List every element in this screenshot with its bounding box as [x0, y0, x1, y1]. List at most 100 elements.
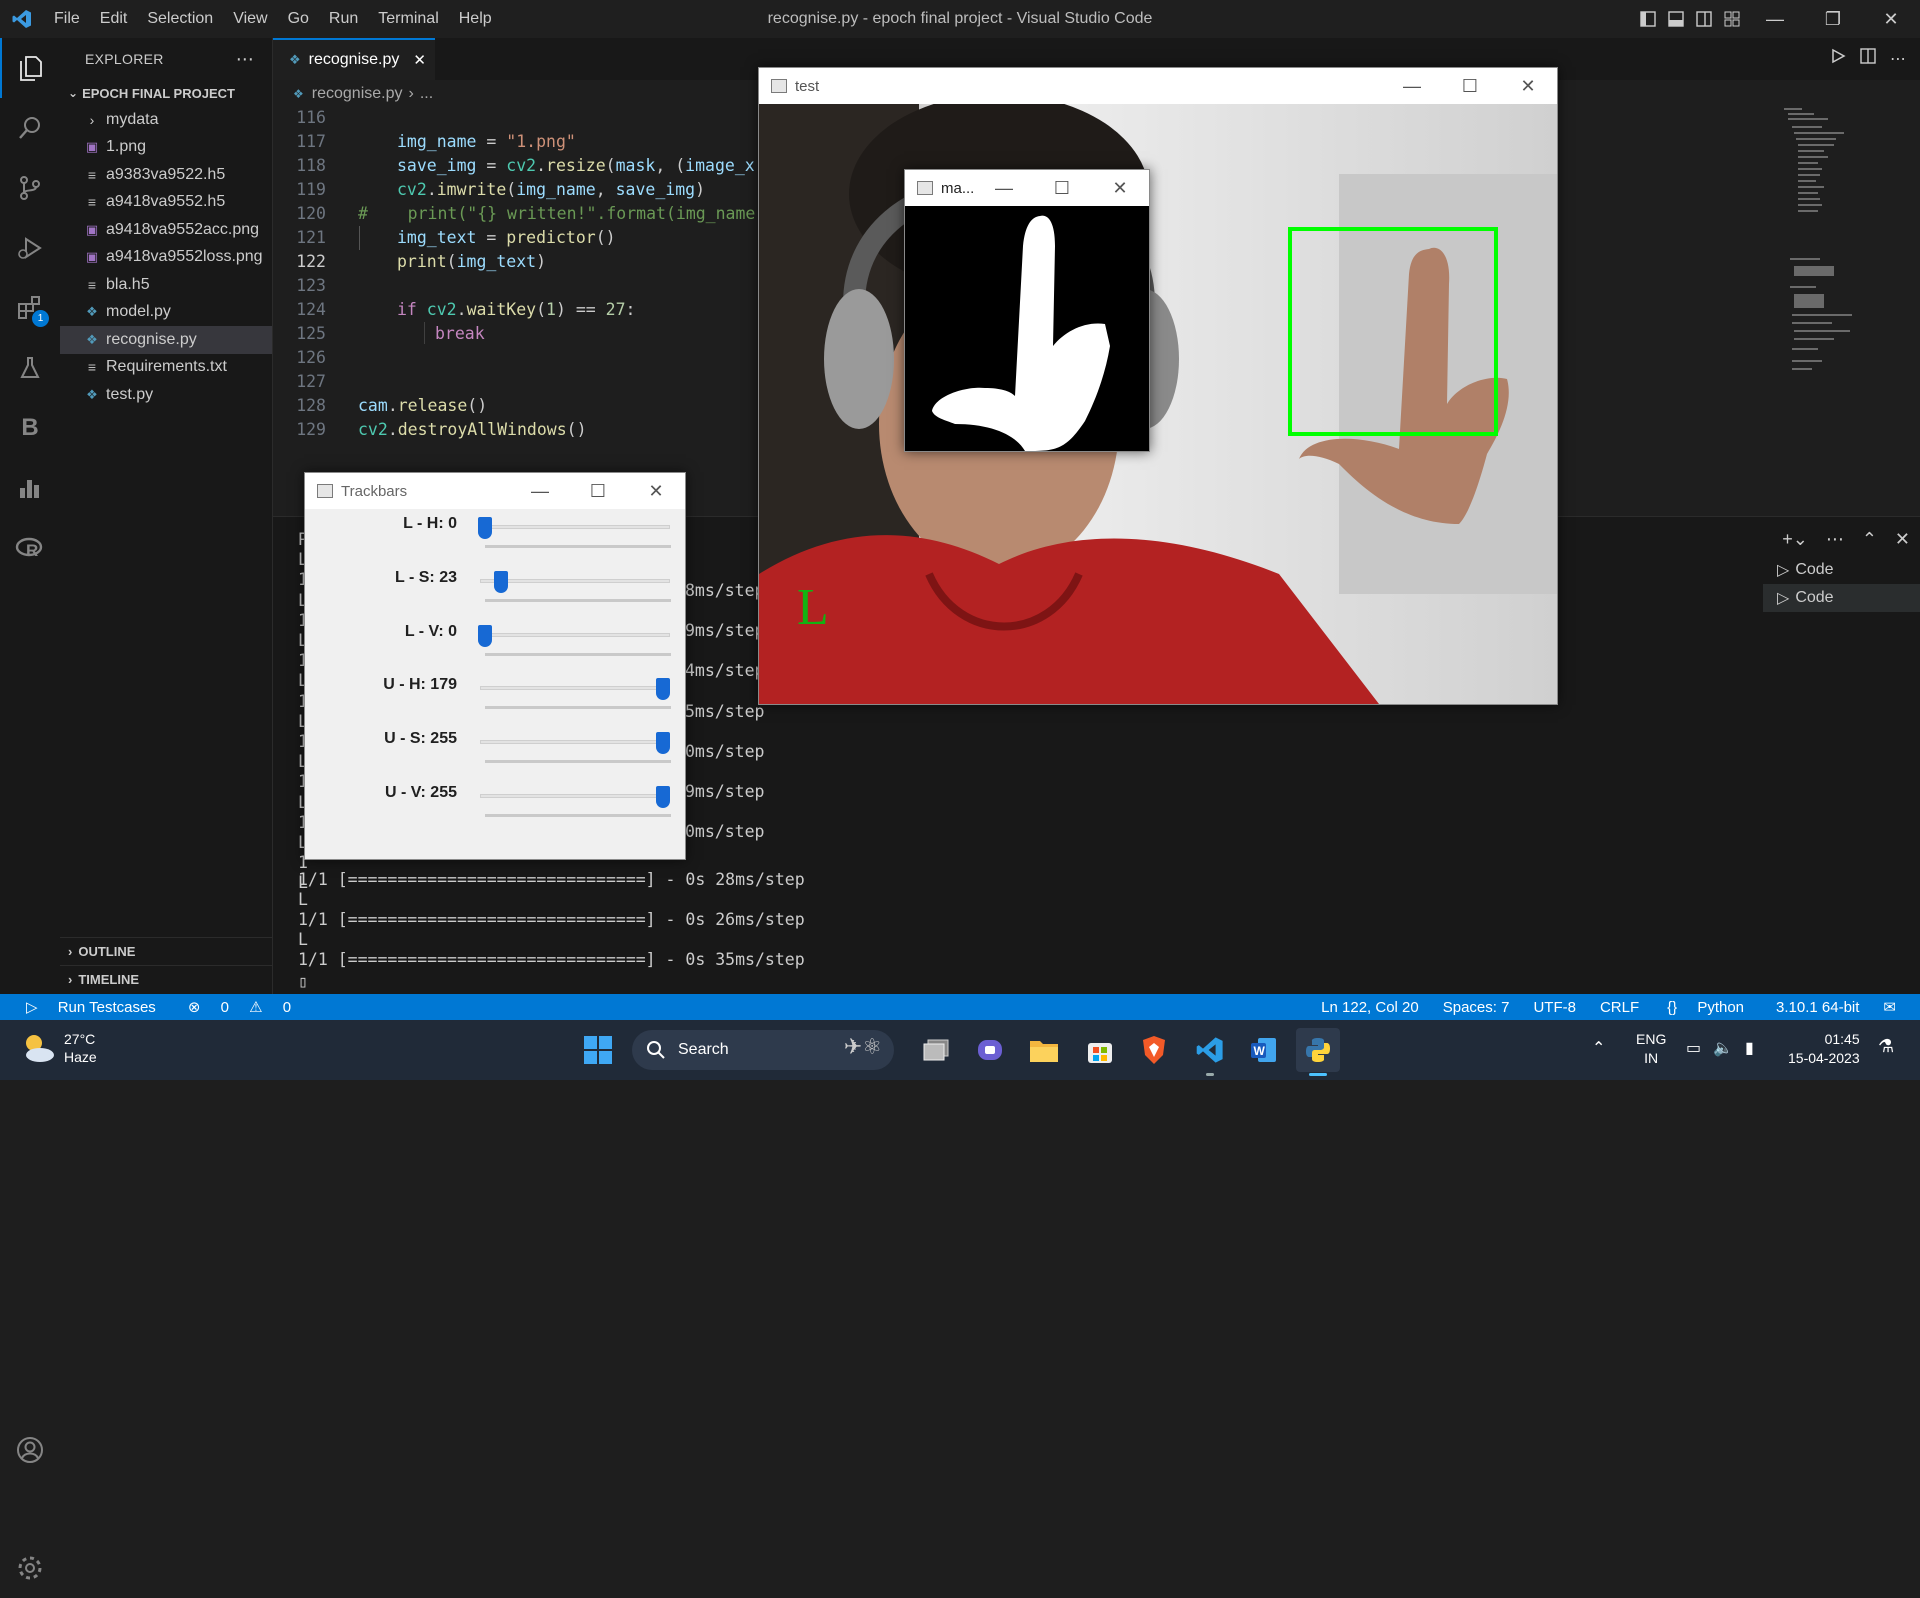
task-view-icon[interactable]	[914, 1028, 958, 1072]
tree-item[interactable]: ≡ bla.h5	[60, 271, 272, 299]
minimize-button[interactable]: —	[511, 473, 569, 509]
close-button[interactable]: ✕	[627, 473, 685, 509]
project-folder[interactable]: ⌄ EPOCH FINAL PROJECT	[60, 80, 272, 106]
trackbar-thumb[interactable]	[478, 517, 492, 539]
language-mode[interactable]: {} Python	[1651, 999, 1760, 1016]
tree-item[interactable]: ❖ model.py	[60, 299, 272, 327]
terminal-list-item[interactable]: ▷ Code	[1763, 556, 1920, 584]
settings-gear-icon[interactable]	[0, 1538, 60, 1598]
search-icon[interactable]	[0, 98, 60, 158]
minimap[interactable]	[1784, 108, 1904, 508]
account-icon[interactable]	[0, 1420, 60, 1480]
menu-selection[interactable]: Selection	[137, 10, 223, 28]
trackbar-thumb[interactable]	[656, 786, 670, 808]
word-icon[interactable]: W	[1242, 1028, 1286, 1072]
encoding[interactable]: UTF-8	[1525, 999, 1584, 1016]
new-terminal-icon[interactable]: +⌄	[1782, 529, 1808, 550]
panel-more-icon[interactable]: ⋯	[1826, 529, 1844, 550]
mask-window-titlebar[interactable]: ma... — ☐ ✕	[905, 170, 1149, 206]
maximize-button[interactable]: ☐	[1033, 170, 1091, 206]
extensions-icon[interactable]: 1	[0, 278, 60, 338]
close-button[interactable]: ✕	[1091, 170, 1149, 206]
toggle-sidebar-icon[interactable]	[1634, 0, 1662, 38]
maximize-button[interactable]: ☐	[569, 473, 627, 509]
trackbar-thumb[interactable]	[478, 624, 492, 647]
menu-help[interactable]: Help	[449, 10, 502, 28]
brave-browser-icon[interactable]	[1132, 1028, 1176, 1072]
tree-item[interactable]: › mydata	[60, 106, 272, 134]
line-endings[interactable]: CRLF	[1592, 999, 1647, 1016]
minimize-button[interactable]: —	[975, 170, 1033, 206]
problems-button[interactable]: ⊗ 0 ⚠ 0	[172, 998, 307, 1016]
timeline-section[interactable]: › TIMELINE	[60, 965, 273, 993]
trackbar-slider[interactable]	[480, 740, 670, 745]
weather-widget[interactable]: 27°C Haze	[20, 1030, 97, 1066]
trackbars-window-titlebar[interactable]: Trackbars — ☐ ✕	[305, 473, 685, 509]
close-button[interactable]: ✕	[1862, 0, 1920, 38]
menu-view[interactable]: View	[223, 10, 277, 28]
tree-item[interactable]: ❖ recognise.py	[60, 326, 272, 354]
breadcrumb-more[interactable]: ...	[420, 85, 433, 103]
trackbar-thumb[interactable]	[656, 732, 670, 755]
notifications-icon[interactable]: ✉	[1875, 998, 1904, 1016]
close-button[interactable]: ✕	[1499, 68, 1557, 104]
notification-bell-icon[interactable]: ⚗	[1878, 1036, 1894, 1057]
show-hidden-icons-icon[interactable]: ⌃	[1592, 1038, 1605, 1058]
customize-layout-icon[interactable]	[1718, 0, 1746, 38]
testing-flask-icon[interactable]	[0, 338, 60, 398]
menu-edit[interactable]: Edit	[90, 10, 138, 28]
minimize-button[interactable]: —	[1383, 68, 1441, 104]
menu-file[interactable]: File	[44, 10, 90, 28]
tree-item[interactable]: ▣ 1.png	[60, 134, 272, 162]
bar-chart-icon[interactable]	[0, 458, 60, 518]
split-editor-icon[interactable]	[1860, 48, 1876, 69]
breadcrumb-file[interactable]: recognise.py	[312, 85, 403, 103]
language-indicator[interactable]: ENG IN	[1636, 1030, 1666, 1068]
toggle-secondary-sidebar-icon[interactable]	[1690, 0, 1718, 38]
maximize-panel-icon[interactable]: ⌃	[1862, 529, 1877, 550]
trackbar-slider[interactable]	[480, 525, 670, 529]
trackbar-slider[interactable]	[480, 632, 670, 637]
maximize-button[interactable]: ☐	[1441, 68, 1499, 104]
tree-item[interactable]: ❖ test.py	[60, 381, 272, 409]
python-app-icon[interactable]	[1296, 1028, 1340, 1076]
run-python-icon[interactable]	[1830, 48, 1846, 69]
microsoft-store-icon[interactable]	[1078, 1028, 1122, 1072]
explorer-icon[interactable]	[0, 38, 60, 98]
clock[interactable]: 01:45 15-04-2023	[1788, 1030, 1860, 1068]
cursor-position[interactable]: Ln 122, Col 20	[1313, 999, 1427, 1016]
python-interpreter[interactable]: 3.10.1 64-bit	[1768, 999, 1867, 1016]
trackbar-thumb[interactable]	[656, 678, 670, 701]
system-tray[interactable]: ▭ 🔈 ▮	[1686, 1038, 1754, 1058]
editor-more-icon[interactable]: ⋯	[1890, 49, 1906, 69]
source-control-icon[interactable]	[0, 158, 60, 218]
tree-item[interactable]: ▣ a9418va9552loss.png	[60, 244, 272, 272]
trackbar-slider[interactable]	[480, 578, 670, 583]
taskbar-search[interactable]: Search ✈⚛	[632, 1030, 894, 1070]
terminal-list-item[interactable]: ▷ Code	[1763, 584, 1920, 612]
toggle-panel-icon[interactable]	[1662, 0, 1690, 38]
tree-item[interactable]: ▣ a9418va9552acc.png	[60, 216, 272, 244]
close-panel-icon[interactable]: ✕	[1895, 529, 1910, 550]
tree-item[interactable]: ≡ Requirements.txt	[60, 354, 272, 382]
outline-section[interactable]: › OUTLINE	[60, 937, 273, 965]
tab-recognise-py[interactable]: ❖ recognise.py ✕	[273, 38, 435, 80]
file-explorer-icon[interactable]	[1022, 1028, 1066, 1072]
test-window-titlebar[interactable]: test — ☐ ✕	[759, 68, 1557, 104]
run-testcases-button[interactable]: ▷ Run Testcases	[0, 998, 172, 1016]
indentation[interactable]: Spaces: 7	[1435, 999, 1518, 1016]
tree-item[interactable]: ≡ a9383va9522.h5	[60, 161, 272, 189]
menu-terminal[interactable]: Terminal	[368, 10, 448, 28]
trackbar-slider[interactable]	[480, 686, 670, 691]
teams-chat-icon[interactable]	[968, 1028, 1012, 1072]
trackbar-slider[interactable]	[480, 794, 670, 798]
bold-b-icon[interactable]: B	[0, 398, 60, 458]
r-language-icon[interactable]: R	[0, 518, 60, 578]
menu-go[interactable]: Go	[278, 10, 319, 28]
start-button[interactable]	[576, 1028, 620, 1072]
menu-run[interactable]: Run	[319, 10, 368, 28]
vscode-taskbar-icon[interactable]	[1188, 1028, 1232, 1076]
trackbar-thumb[interactable]	[494, 570, 509, 593]
restore-button[interactable]: ❐	[1804, 0, 1862, 38]
more-actions-icon[interactable]: ⋯	[236, 49, 254, 70]
